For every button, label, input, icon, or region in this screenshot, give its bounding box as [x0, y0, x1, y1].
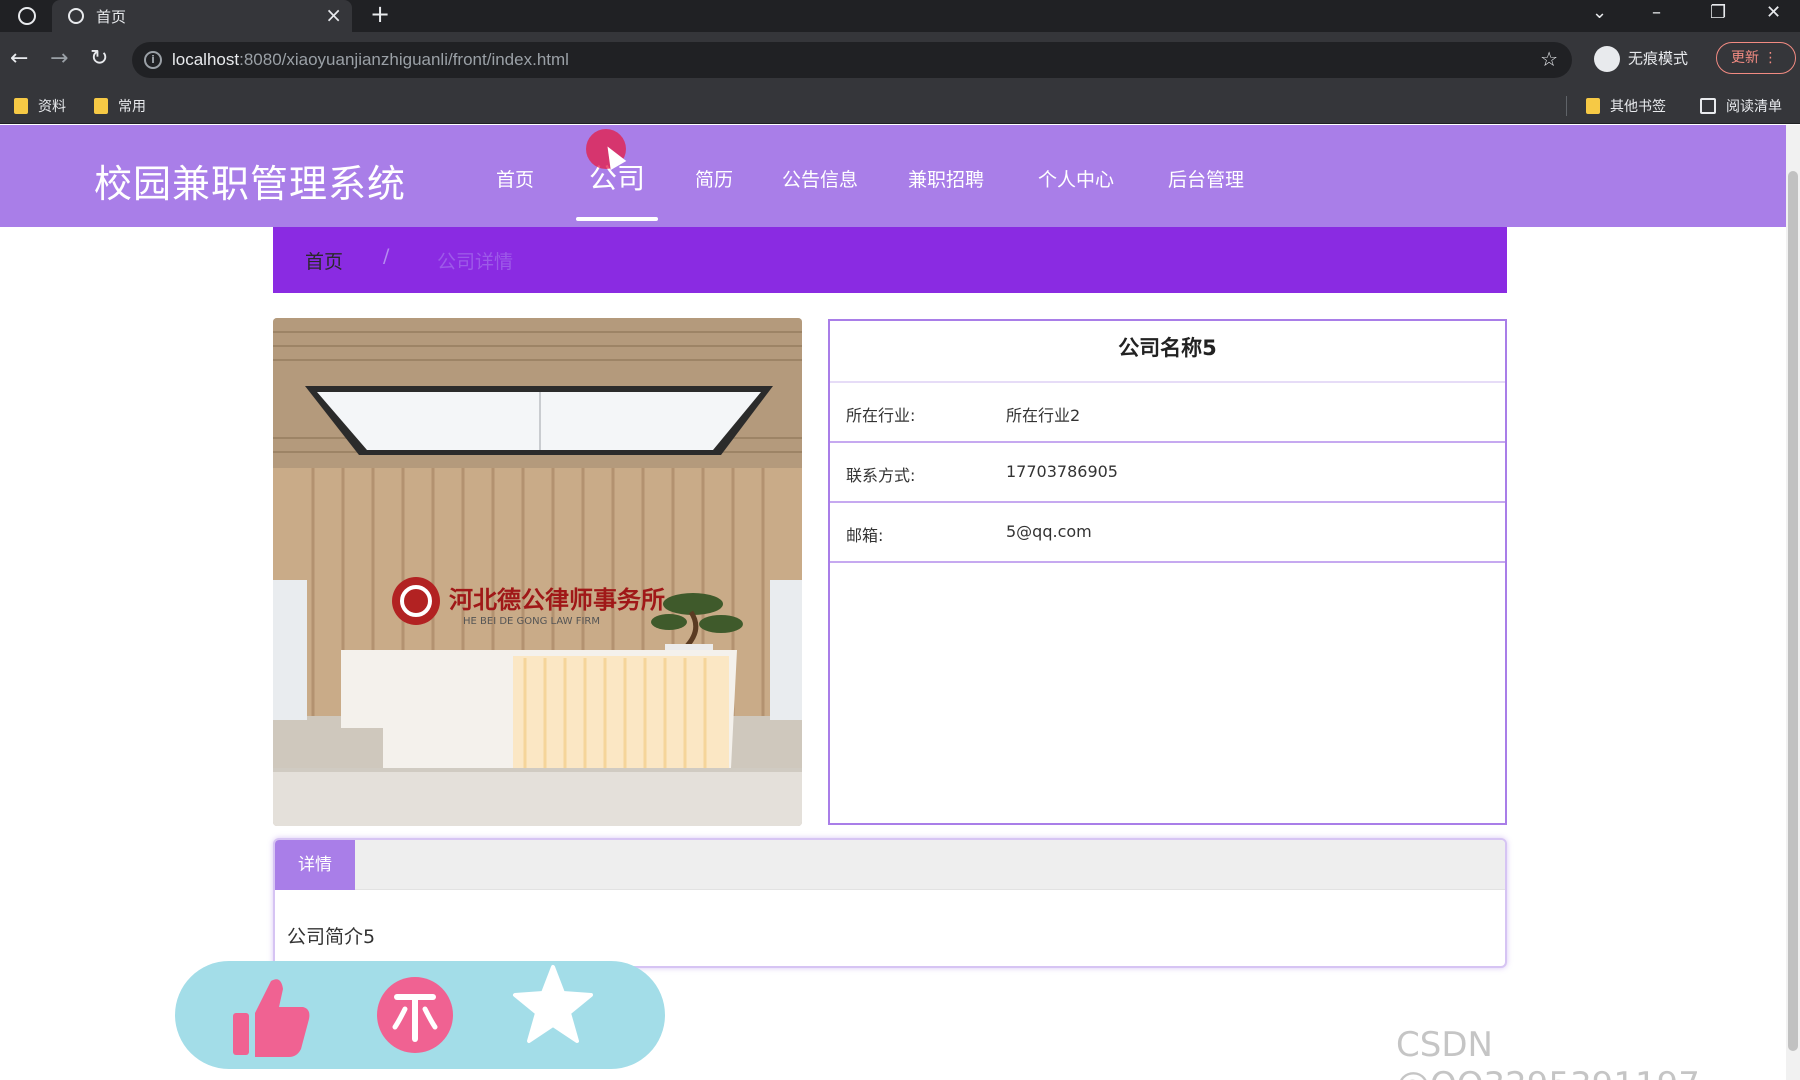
company-intro: 公司简介5 — [287, 926, 376, 948]
address-bar[interactable]: i localhost:8080/xiaoyuanjianzhiguanli/f… — [132, 42, 1572, 78]
bookmarks-divider — [1566, 96, 1567, 116]
thumbs-up-icon[interactable] — [231, 975, 311, 1063]
info-value: 5@qq.com — [1006, 522, 1092, 541]
breadcrumb-home[interactable]: 首页 — [305, 247, 343, 274]
star-icon[interactable] — [511, 963, 595, 1051]
site-title: 校园兼职管理系统 — [94, 162, 407, 206]
nav-active-underline — [576, 217, 658, 221]
info-value: 17703786905 — [1006, 462, 1118, 481]
tab-search-icon[interactable]: ⌄ — [1592, 2, 1607, 23]
nav-personal-center[interactable]: 个人中心 — [1038, 165, 1114, 192]
scrollbar-thumb[interactable] — [1788, 171, 1798, 1051]
incognito-icon — [1594, 46, 1620, 72]
info-label: 邮箱: — [846, 526, 884, 545]
browser-menu-icon[interactable] — [18, 7, 36, 25]
bookmarks-bar: 资料 常用 其他书签 阅读清单 — [0, 88, 1800, 124]
info-value: 所在行业2 — [1006, 406, 1081, 425]
incognito-indicator[interactable]: 无痕模式 — [1594, 46, 1688, 72]
bookmark-star-icon[interactable]: ☆ — [1540, 47, 1558, 71]
sign-chinese: 河北德公律师事务所 — [449, 585, 665, 614]
sign-english: HE BEI DE GONG LAW FIRM — [463, 616, 600, 627]
browser-toolbar: ← → ↻ i localhost:8080/xiaoyuanjianzhigu… — [0, 32, 1800, 88]
company-name: 公司名称5 — [830, 321, 1505, 383]
site-header: 校园兼职管理系统 首页 公司 简历 公告信息 兼职招聘 个人中心 后台管理 — [0, 125, 1786, 227]
tab-close-icon[interactable]: × — [325, 3, 342, 27]
folder-icon — [1586, 98, 1600, 114]
url-text: localhost:8080/xiaoyuanjianzhiguanli/fro… — [172, 50, 569, 69]
info-row-email: 邮箱: 5@qq.com — [830, 503, 1505, 563]
nav-announcements[interactable]: 公告信息 — [782, 165, 858, 192]
info-row-contact: 联系方式: 17703786905 — [830, 443, 1505, 503]
minimize-button[interactable]: – — [1652, 2, 1661, 23]
tab-title: 首页 — [96, 8, 127, 26]
tab-details[interactable]: 详情 — [275, 840, 355, 890]
breadcrumb-separator: / — [383, 245, 390, 267]
info-label: 所在行业: — [846, 406, 916, 425]
breadcrumb: 首页 / 公司详情 — [273, 227, 1507, 293]
new-tab-button[interactable]: + — [370, 0, 390, 28]
incognito-label: 无痕模式 — [1628, 49, 1689, 68]
scrollbar[interactable] — [1786, 125, 1800, 1080]
folder-icon — [14, 98, 28, 114]
watermark: CSDN @QQ3295391197 — [1396, 1025, 1700, 1080]
bookmark-folder[interactable]: 资料 — [14, 96, 66, 116]
other-bookmarks[interactable]: 其他书签 — [1586, 96, 1666, 116]
coin-icon[interactable] — [375, 973, 455, 1061]
reading-list[interactable]: 阅读清单 — [1700, 96, 1782, 116]
bookmark-folder[interactable]: 常用 — [94, 96, 146, 116]
nav-part-time-jobs[interactable]: 兼职招聘 — [908, 165, 984, 192]
info-label: 联系方式: — [846, 466, 916, 485]
nav-home[interactable]: 首页 — [496, 165, 534, 192]
page-viewport: 校园兼职管理系统 首页 公司 简历 公告信息 兼职招聘 个人中心 后台管理 首页… — [0, 125, 1800, 1080]
nav-admin[interactable]: 后台管理 — [1168, 165, 1244, 192]
close-window-button[interactable]: ✕ — [1766, 2, 1781, 23]
update-button[interactable]: 更新 ⋮ — [1716, 42, 1796, 74]
detail-section: 详情 公司简介5 — [273, 838, 1507, 968]
site-info-icon[interactable]: i — [144, 51, 162, 69]
office-reception-image: 河北德公律师事务所 HE BEI DE GONG LAW FIRM — [273, 318, 802, 826]
restore-button[interactable]: ❐ — [1710, 2, 1726, 23]
folder-icon — [94, 98, 108, 114]
browser-tab-strip: 首页 × + ⌄ – ❐ ✕ — [0, 0, 1800, 32]
reload-button[interactable]: ↻ — [90, 46, 108, 71]
forward-button[interactable]: → — [50, 46, 68, 71]
detail-tabs: 详情 — [275, 840, 1505, 890]
back-button[interactable]: ← — [10, 46, 28, 71]
company-info-card: 公司名称5 所在行业: 所在行业2 联系方式: 17703786905 邮箱: … — [828, 319, 1507, 825]
info-row-industry: 所在行业: 所在行业2 — [830, 383, 1505, 443]
nav-resume[interactable]: 简历 — [695, 165, 733, 192]
company-photo: 河北德公律师事务所 HE BEI DE GONG LAW FIRM — [273, 318, 802, 826]
browser-tab[interactable]: 首页 × — [52, 0, 352, 32]
action-bar — [175, 961, 665, 1069]
reading-list-icon — [1700, 98, 1716, 114]
breadcrumb-current: 公司详情 — [437, 251, 514, 273]
globe-icon — [68, 8, 84, 24]
